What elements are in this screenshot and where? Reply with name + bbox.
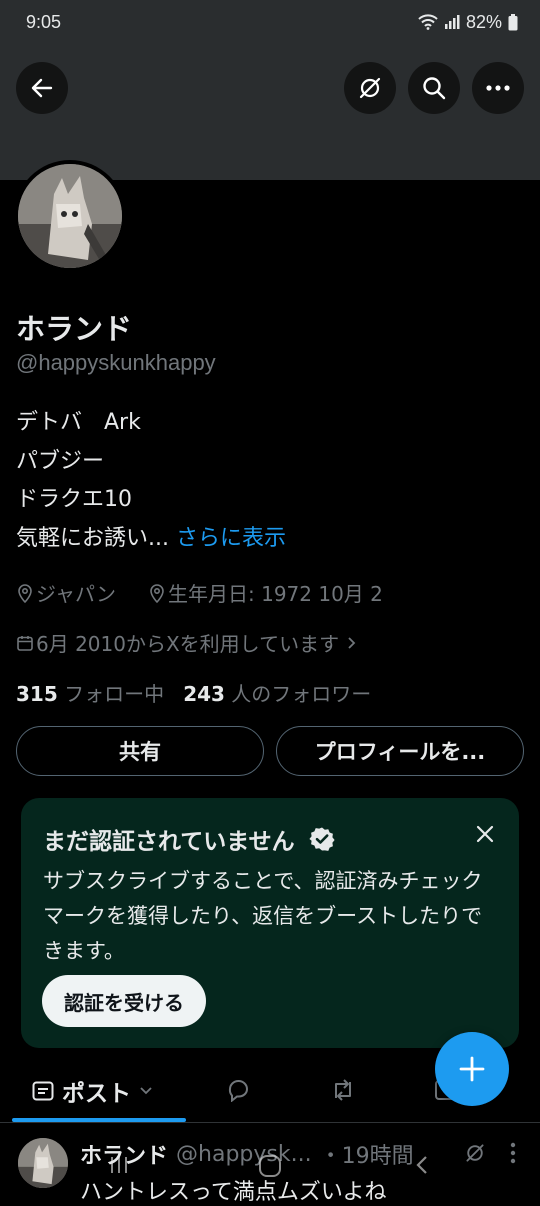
edit-profile-button[interactable]: プロフィールを... bbox=[276, 726, 524, 776]
compose-fab[interactable] bbox=[435, 1032, 509, 1106]
signal-icon bbox=[444, 15, 460, 29]
close-icon bbox=[476, 825, 494, 843]
location-row: ジャパン bbox=[16, 578, 116, 607]
home-icon[interactable] bbox=[258, 1154, 282, 1178]
grok-button[interactable] bbox=[344, 62, 396, 114]
back-arrow-icon bbox=[31, 78, 53, 98]
verify-card-title: まだ認証されていません bbox=[43, 822, 335, 856]
joined-row[interactable]: 6月 2010からXを利用しています bbox=[16, 628, 357, 657]
back-nav-icon[interactable] bbox=[414, 1154, 430, 1176]
chevron-down-icon bbox=[140, 1087, 152, 1095]
followers-link[interactable]: 243 人のフォロワー bbox=[183, 682, 371, 706]
tab-posts[interactable]: ポスト bbox=[32, 1074, 153, 1108]
followers-label: 人のフォロワー bbox=[231, 682, 372, 706]
chevron-right-icon bbox=[348, 636, 356, 649]
profile-bio: デトバ Ark パブジー ドラクエ10 気軽にお誘い... さらに表示 bbox=[16, 404, 286, 558]
close-card-button[interactable] bbox=[471, 820, 499, 848]
verified-badge-icon bbox=[309, 827, 335, 851]
status-time: 9:05 bbox=[26, 11, 62, 32]
followers-count: 243 bbox=[183, 682, 225, 706]
tabs-divider bbox=[0, 1122, 540, 1123]
back-button[interactable] bbox=[16, 62, 68, 114]
posts-tab-icon bbox=[32, 1081, 54, 1101]
verify-card: まだ認証されていません サブスクライブすることで、認証済みチェックマークを獲得し… bbox=[21, 798, 519, 1048]
joined-text: 6月 2010からXを利用しています bbox=[36, 632, 340, 656]
following-count: 315 bbox=[16, 682, 58, 706]
grok-icon bbox=[359, 77, 381, 99]
bio-line: デトバ Ark bbox=[16, 410, 141, 435]
following-label: フォロー中 bbox=[64, 682, 165, 706]
tab-reposts[interactable] bbox=[330, 1078, 356, 1106]
location-pin-icon bbox=[18, 583, 32, 603]
calendar-icon bbox=[17, 635, 33, 651]
follow-stats: 315 フォロー中 243 人のフォロワー bbox=[16, 678, 371, 707]
battery-icon bbox=[508, 13, 518, 30]
profile-avatar[interactable] bbox=[14, 160, 126, 272]
status-bar: 9:05 82% bbox=[0, 0, 540, 44]
tab-posts-label: ポスト bbox=[62, 1081, 131, 1107]
profile-handle: @happyskunkhappy bbox=[16, 350, 216, 375]
bio-line: 気軽にお誘い... bbox=[16, 525, 169, 551]
verify-card-body: サブスクライブすることで、認証済みチェックマークを獲得したり、返信をブーストした… bbox=[43, 869, 483, 963]
following-link[interactable]: 315 フォロー中 bbox=[16, 682, 164, 706]
repost-icon bbox=[335, 1079, 351, 1101]
birthday-text: 生年月日: 1972 10月 2 bbox=[168, 582, 383, 606]
search-icon bbox=[423, 77, 446, 100]
avatar-image bbox=[18, 164, 122, 268]
show-more-link[interactable]: さらに表示 bbox=[176, 526, 286, 551]
search-button[interactable] bbox=[408, 62, 460, 114]
plus-icon bbox=[459, 1056, 485, 1082]
recent-apps-icon[interactable] bbox=[108, 1154, 130, 1176]
bio-line-last: 気軽にお誘い... さらに表示 bbox=[16, 520, 286, 559]
reply-icon bbox=[228, 1080, 249, 1103]
bio-line: ドラクエ10 bbox=[16, 487, 132, 512]
location-text: ジャパン bbox=[36, 582, 116, 606]
birthday-pin-icon bbox=[150, 583, 164, 603]
birthday-row: 生年月日: 1972 10月 2 bbox=[148, 578, 383, 607]
wifi-icon bbox=[418, 14, 438, 30]
more-options-button[interactable] bbox=[472, 62, 524, 114]
verify-title-text: まだ認証されていません bbox=[43, 829, 295, 855]
battery-percent: 82% bbox=[465, 11, 502, 32]
status-icons: 82% bbox=[418, 12, 518, 33]
share-button[interactable]: 共有 bbox=[16, 726, 264, 776]
system-nav-bar bbox=[0, 1150, 540, 1180]
profile-name: ホランド bbox=[16, 312, 133, 346]
more-dots-icon bbox=[486, 85, 510, 91]
bio-line: パブジー bbox=[16, 448, 105, 474]
tab-replies[interactable] bbox=[226, 1078, 252, 1106]
get-verified-button[interactable]: 認証を受ける bbox=[42, 975, 206, 1027]
